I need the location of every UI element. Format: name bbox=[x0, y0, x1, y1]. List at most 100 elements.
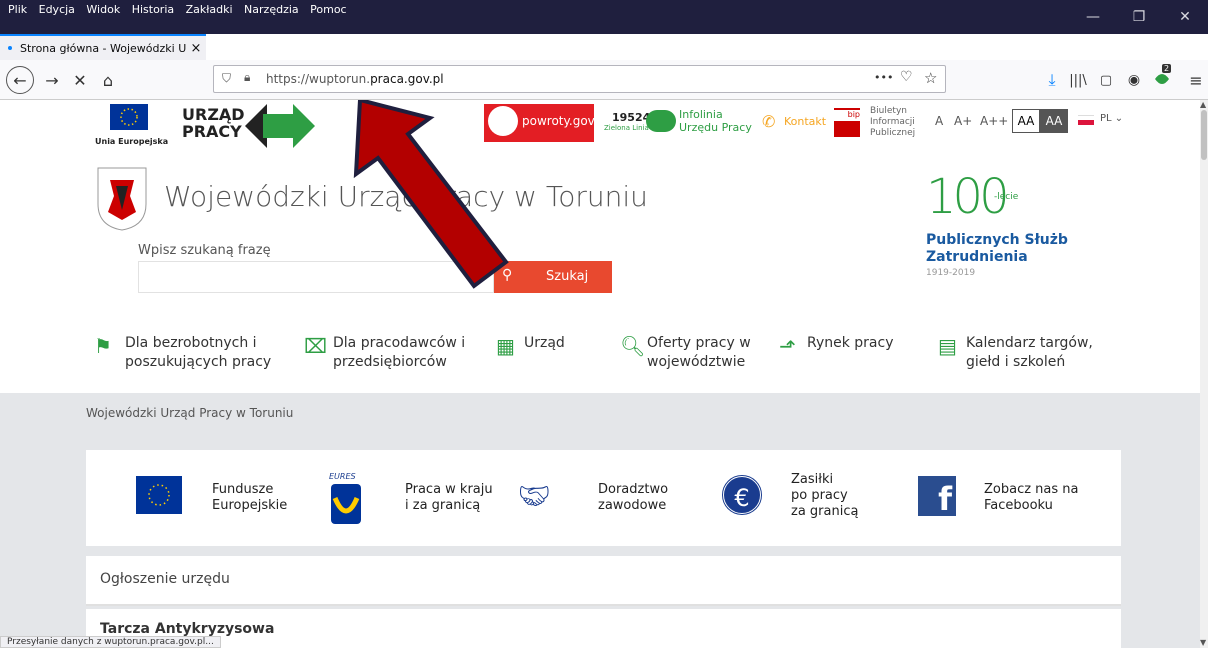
scroll-up-icon[interactable]: ▲ bbox=[1200, 100, 1206, 109]
briefcase-icon: ⌧ bbox=[304, 334, 328, 358]
zielona-linia-label: Zielona Linia bbox=[604, 124, 649, 132]
nav-dla-pracodawcow[interactable]: Dla pracodawców i przedsiębiorców bbox=[333, 334, 465, 372]
url-text[interactable]: https://wuptorun.praca.gov.pl bbox=[266, 72, 444, 86]
forward-button[interactable]: → bbox=[40, 68, 64, 92]
bookmark-star-icon[interactable]: ☆ bbox=[924, 69, 937, 87]
nav-label-line1: Oferty pracy w bbox=[647, 335, 751, 351]
close-window-icon[interactable]: ✕ bbox=[1162, 0, 1208, 34]
browser-tab[interactable]: Strona główna - Wojewódzki U × bbox=[0, 34, 206, 60]
tile-fundusze[interactable]: Fundusze Europejskie bbox=[122, 462, 312, 530]
tile-line1: Fundusze bbox=[212, 482, 274, 497]
tile-line2: po pracy bbox=[791, 488, 848, 503]
tile-line2: Europejskie bbox=[212, 498, 288, 513]
announcement-heading: Ogłoszenie urzędu bbox=[100, 571, 230, 587]
url-domain: praca.gov.pl bbox=[370, 72, 444, 86]
account-icon[interactable]: ◉ bbox=[1122, 68, 1146, 92]
hamburger-menu-icon[interactable]: ≡ bbox=[1184, 68, 1208, 92]
scrollbar[interactable] bbox=[1200, 100, 1208, 648]
nav-label-line1: Urząd bbox=[524, 335, 565, 351]
nav-label-line1: Kalendarz targów, bbox=[966, 335, 1093, 351]
tracking-shield-icon[interactable]: ⛉ bbox=[222, 71, 231, 86]
tile-praca-w-kraju[interactable]: EURES Praca w kraju i za granicą bbox=[315, 462, 505, 530]
nav-urzad[interactable]: Urząd bbox=[524, 334, 565, 353]
nav-kalendarz[interactable]: Kalendarz targów, giełd i szkoleń bbox=[966, 334, 1093, 372]
tile-doradztwo[interactable]: 🤝︎ Doradztwo zawodowe bbox=[508, 462, 698, 530]
language-label: PL bbox=[1100, 113, 1112, 124]
loading-indicator-icon bbox=[8, 46, 12, 50]
restore-icon[interactable]: ❐ bbox=[1116, 0, 1162, 34]
menu-historia[interactable]: Historia bbox=[132, 3, 174, 16]
tile-line3: za granicą bbox=[791, 504, 859, 519]
page-actions-icon[interactable]: ••• bbox=[874, 71, 893, 84]
facebook-icon: f bbox=[918, 476, 956, 518]
breadcrumb[interactable]: Wojewódzki Urząd Pracy w Toruniu bbox=[86, 406, 293, 420]
contrast-normal-button[interactable]: AA bbox=[1012, 109, 1040, 133]
new-tab-button[interactable]: + bbox=[210, 36, 230, 58]
anniversary-line2: Zatrudnienia bbox=[926, 249, 1028, 265]
menu-zakladki[interactable]: Zakładki bbox=[186, 3, 233, 16]
menu-edycja[interactable]: Edycja bbox=[39, 3, 75, 16]
search-label: Wpisz szukaną frazę bbox=[138, 243, 271, 258]
calendar-icon: ▤ bbox=[938, 334, 957, 358]
infolinia-line2: Urzędu Pracy bbox=[679, 121, 752, 134]
scrollbar-thumb[interactable] bbox=[1201, 110, 1207, 160]
extension-badge: 2 bbox=[1162, 64, 1172, 73]
url-bar[interactable]: ⛉ 🔒︎ https://wuptorun.praca.gov.pl ••• ♡… bbox=[213, 65, 946, 93]
phone-icon bbox=[646, 110, 676, 132]
polish-flag-icon bbox=[1078, 115, 1094, 125]
status-bar: Przesyłanie danych z wuptorun.praca.gov.… bbox=[0, 636, 221, 648]
eu-label: Unia Europejska bbox=[95, 137, 169, 146]
minimize-icon[interactable]: — bbox=[1070, 0, 1116, 34]
contrast-high-button[interactable]: AA bbox=[1040, 109, 1068, 133]
nav-label-line2: giełd i szkoleń bbox=[966, 354, 1066, 370]
menu-pomoc[interactable]: Pomoc bbox=[310, 3, 346, 16]
pocket-icon[interactable]: ♡ bbox=[900, 69, 913, 85]
tile-line1: Zobacz nas na bbox=[984, 482, 1079, 497]
lock-icon[interactable]: 🔒︎ bbox=[244, 70, 250, 85]
tile-line1: Praca w kraju bbox=[405, 482, 493, 497]
announcement-title[interactable]: Tarcza Antykryzysowa bbox=[100, 621, 274, 637]
kontakt-phone-icon: ✆ bbox=[762, 112, 776, 131]
infolinia-link[interactable]: Infolinia Urzędu Pracy bbox=[679, 108, 752, 134]
nav-oferty-pracy[interactable]: Oferty pracy w województwie bbox=[647, 334, 751, 372]
tile-line1: Doradztwo bbox=[598, 482, 669, 497]
urzad-pracy-arrows-icon bbox=[245, 104, 319, 152]
tile-line1: Zasiłki bbox=[791, 472, 834, 487]
font-size-larger[interactable]: A+ bbox=[954, 114, 972, 128]
kontakt-link[interactable]: Kontakt bbox=[784, 115, 826, 128]
anniversary-lecie: -lecie bbox=[994, 192, 1019, 202]
urzad-logo-line2: PRACY bbox=[182, 122, 242, 141]
library-icon[interactable]: |||\ bbox=[1066, 68, 1090, 92]
bip-line1: Biuletyn bbox=[870, 106, 907, 116]
tile-facebook[interactable]: f Zobacz nas na Facebooku bbox=[894, 462, 1084, 530]
anniversary-text: Publicznych Służb Zatrudnienia bbox=[926, 232, 1068, 266]
tile-line2: zawodowe bbox=[598, 498, 667, 513]
chart-icon: ⬏ bbox=[779, 334, 796, 358]
tile-zasilki[interactable]: € Zasiłki po pracy za granicą bbox=[701, 462, 891, 530]
magnifier-icon: 🔍︎ bbox=[620, 334, 646, 358]
urzad-pracy-logo[interactable]: URZĄD PRACY bbox=[182, 106, 245, 140]
anniversary-years: 1919-2019 bbox=[926, 268, 976, 278]
font-size-largest[interactable]: A++ bbox=[980, 114, 1008, 128]
scroll-down-icon[interactable]: ▼ bbox=[1200, 638, 1206, 647]
bip-line2: Informacji bbox=[870, 117, 915, 127]
font-size-normal[interactable]: A bbox=[935, 114, 943, 128]
close-tab-icon[interactable]: × bbox=[186, 41, 206, 56]
title-bar: Plik Edycja Widok Historia Zakładki Narz… bbox=[0, 0, 1208, 34]
home-button[interactable]: ⌂ bbox=[96, 68, 120, 92]
download-icon[interactable]: ⤓ bbox=[1040, 68, 1064, 92]
menu-widok[interactable]: Widok bbox=[86, 3, 120, 16]
quick-links-panel: Fundusze Europejskie EURES Praca w kraju i… bbox=[86, 450, 1121, 546]
sidebar-icon[interactable]: ▢ bbox=[1094, 68, 1118, 92]
menu-narzedzia[interactable]: Narzędzia bbox=[244, 3, 299, 16]
language-select[interactable]: PL ⌄ bbox=[1100, 113, 1123, 124]
menu-plik[interactable]: Plik bbox=[8, 3, 27, 16]
stop-button[interactable]: ✕ bbox=[68, 68, 92, 92]
zielona-linia-number[interactable]: 19524 bbox=[612, 111, 650, 124]
bip-link[interactable]: Biuletyn Informacji Publicznej bbox=[870, 106, 915, 139]
tile-label: Fundusze Europejskie bbox=[212, 482, 287, 514]
nav-dla-bezrobotnych[interactable]: Dla bezrobotnych i poszukujących pracy bbox=[125, 334, 271, 372]
nav-rynek-pracy[interactable]: Rynek pracy bbox=[807, 334, 894, 353]
nav-label-line2: poszukujących pracy bbox=[125, 354, 272, 370]
back-button[interactable]: ← bbox=[6, 66, 34, 94]
